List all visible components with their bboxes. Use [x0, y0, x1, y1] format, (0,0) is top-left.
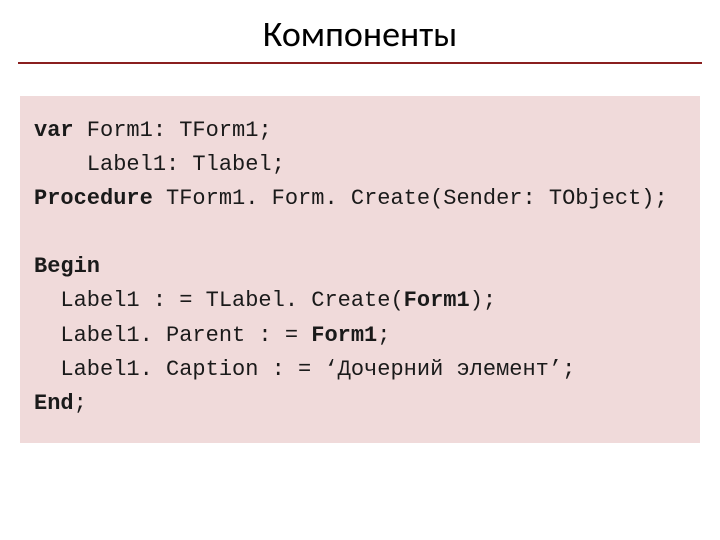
code-text: Label1. Parent : = — [34, 323, 311, 348]
code-text: Label1. Caption : = ‘Дочерний элемент’; — [34, 357, 575, 382]
title-underline — [18, 62, 702, 64]
keyword-procedure: Procedure — [34, 186, 153, 211]
slide-title: Компоненты — [0, 0, 720, 56]
code-text: ); — [470, 288, 496, 313]
code-text: TForm1. Form. Create(Sender: TObject); — [153, 186, 668, 211]
code-text: Label1 : = TLabel. Create( — [34, 288, 404, 313]
keyword-end: End — [34, 391, 74, 416]
keyword-var: var — [34, 118, 74, 143]
code-text: ; — [377, 323, 390, 348]
slide: Компоненты var Form1: TForm1; Label1: Tl… — [0, 0, 720, 540]
keyword-form1: Form1 — [404, 288, 470, 313]
code-text: ; — [74, 391, 87, 416]
code-text: Form1: TForm1; — [74, 118, 272, 143]
code-text: Label1: Tlabel; — [34, 152, 285, 177]
keyword-form1: Form1 — [311, 323, 377, 348]
keyword-begin: Begin — [34, 254, 100, 279]
code-block: var Form1: TForm1; Label1: Tlabel; Proce… — [20, 96, 700, 443]
